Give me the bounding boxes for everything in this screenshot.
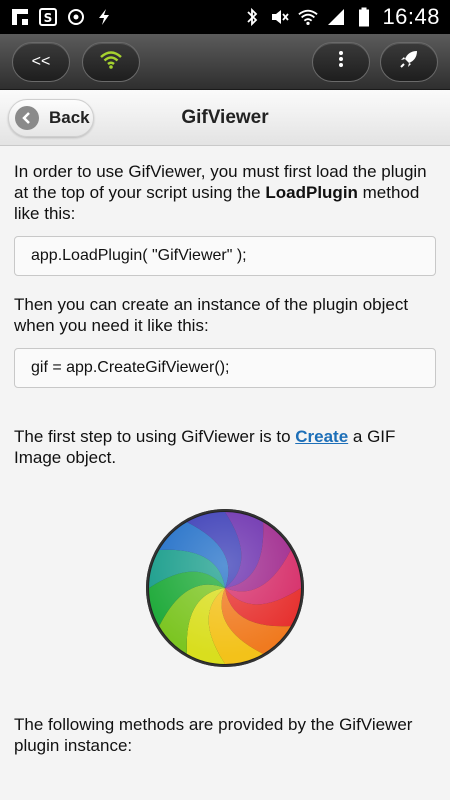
instance-paragraph: Then you can create an instance of the p…	[14, 295, 409, 335]
toolbar-back-label: <<	[31, 52, 51, 70]
intro-bold: LoadPlugin	[265, 183, 358, 202]
svg-text:S: S	[44, 11, 53, 25]
first-step-paragraph: The first step to using GifViewer is to …	[14, 426, 436, 468]
wifi-icon	[99, 49, 123, 74]
bolt-icon	[94, 7, 114, 27]
status-right-icons: 16:48	[242, 4, 440, 30]
code-block-load-plugin: app.LoadPlugin( "GifViewer" );	[14, 236, 436, 276]
create-link[interactable]: Create	[295, 427, 348, 446]
status-left-icons: S	[10, 7, 114, 27]
app-toolbar: <<	[0, 34, 450, 90]
doc-content: In order to use GifViewer, you must firs…	[0, 147, 450, 800]
back-button[interactable]: Back	[8, 99, 94, 137]
first-step-text: The first step to using GifViewer is to	[14, 427, 296, 446]
code-text: app.LoadPlugin( "GifViewer" );	[31, 247, 247, 264]
spinning-wheel-image	[146, 509, 304, 667]
s-app-icon: S	[38, 7, 58, 27]
toolbar-run-button[interactable]	[380, 41, 438, 82]
signal-icon	[326, 7, 346, 27]
page-header: Back GifViewer	[0, 90, 450, 146]
back-button-label: Back	[49, 108, 90, 127]
toolbar-back-button[interactable]: <<	[12, 41, 70, 82]
more-vertical-icon	[338, 50, 344, 73]
flipboard-icon	[10, 7, 30, 27]
intro-paragraph: In order to use GifViewer, you must firs…	[14, 161, 436, 224]
toolbar-wifi-button[interactable]	[82, 41, 140, 82]
bluetooth-icon	[242, 7, 262, 27]
status-time: 16:48	[382, 4, 440, 29]
battery-icon	[354, 7, 374, 27]
mute-icon	[270, 7, 290, 27]
rocket-icon	[399, 49, 419, 74]
status-bar: S 16:48	[0, 0, 450, 34]
chevron-left-icon	[15, 106, 39, 130]
methods-paragraph: The following methods are provided by th…	[14, 715, 413, 755]
toolbar-menu-button[interactable]	[312, 41, 370, 82]
sync-icon	[66, 7, 86, 27]
wifi-icon	[298, 7, 319, 27]
page-title: GifViewer	[181, 106, 269, 128]
code-block-create: gif = app.CreateGifViewer();	[14, 348, 436, 388]
gif-preview	[14, 508, 436, 668]
code-text: gif = app.CreateGifViewer();	[31, 359, 230, 376]
